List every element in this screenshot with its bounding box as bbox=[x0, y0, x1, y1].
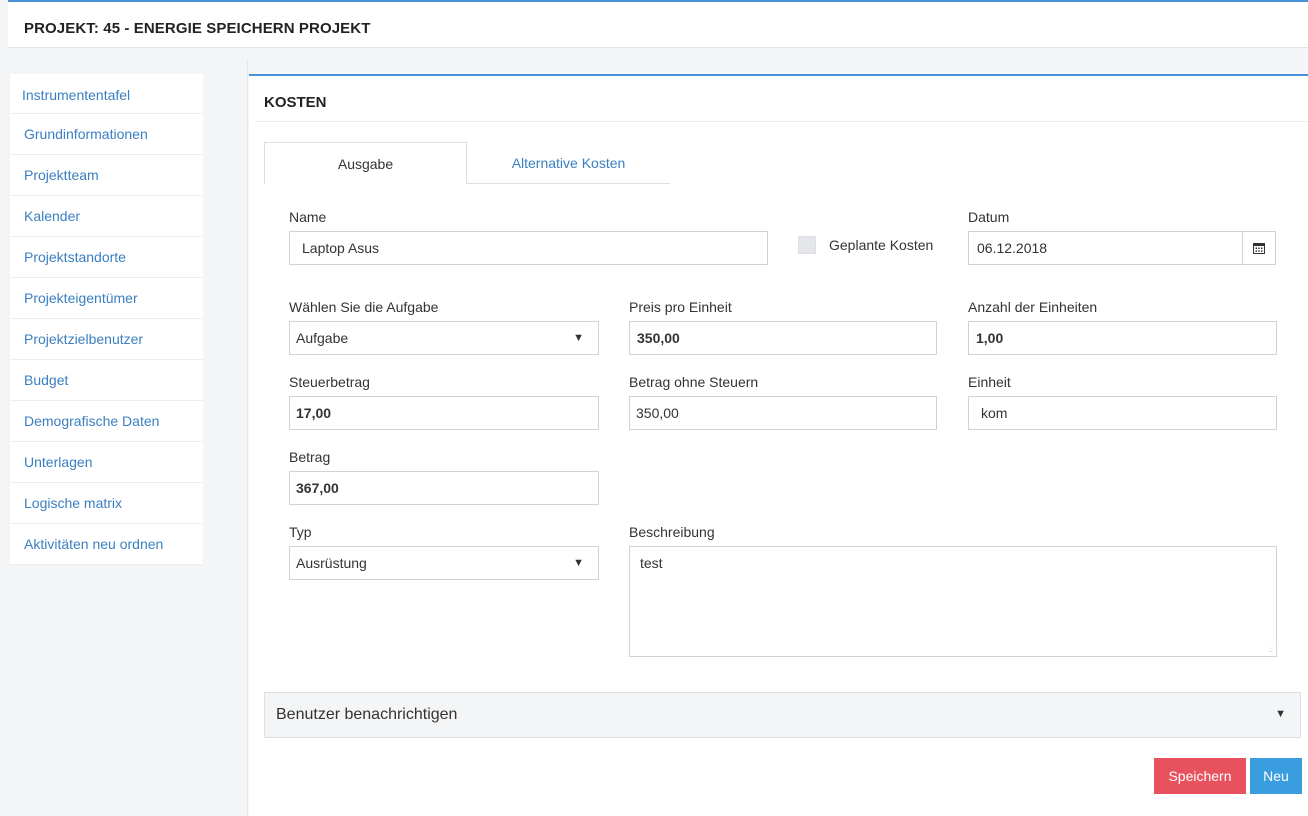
betrag-input[interactable]: 367,00 bbox=[289, 471, 599, 505]
calendar-button[interactable] bbox=[1242, 231, 1276, 265]
planned-costs-checkbox[interactable] bbox=[798, 236, 816, 254]
notify-users-accordion[interactable]: Benutzer benachrichtigen ▼ bbox=[264, 692, 1301, 738]
sidebar-item-grundinformationen[interactable]: Grundinformationen bbox=[10, 114, 203, 155]
name-label: Name bbox=[289, 209, 327, 225]
tab-ausgabe[interactable]: Ausgabe bbox=[264, 142, 467, 184]
page-header: PROJEKT: 45 - ENERGIE SPEICHERN PROJEKT bbox=[8, 0, 1308, 48]
beschreibung-textarea[interactable]: test .: bbox=[629, 546, 1277, 657]
preis-input[interactable]: 350,00 bbox=[629, 321, 937, 355]
planned-costs-label: Geplante Kosten bbox=[829, 237, 934, 253]
sidebar: Instrumententafel Grundinformationen Pro… bbox=[10, 74, 203, 565]
datum-input[interactable]: 06.12.2018 bbox=[968, 231, 1243, 265]
sidebar-item-projektzielbenutzer[interactable]: Projektzielbenutzer bbox=[10, 319, 203, 360]
new-button[interactable]: Neu bbox=[1250, 758, 1302, 794]
betrag-ohne-steuern-label: Betrag ohne Steuern bbox=[629, 374, 759, 390]
sidebar-item-instrumententafel[interactable]: Instrumententafel bbox=[10, 74, 203, 114]
einheit-label: Einheit bbox=[968, 374, 1011, 390]
typ-label: Typ bbox=[289, 524, 312, 540]
caret-down-icon: ▼ bbox=[573, 332, 584, 344]
caret-down-icon: ▼ bbox=[1275, 708, 1286, 720]
aufgabe-select-value: Aufgabe bbox=[296, 330, 349, 346]
page-title: PROJEKT: 45 - ENERGIE SPEICHERN PROJEKT bbox=[24, 20, 371, 37]
anzahl-label: Anzahl der Einheiten bbox=[968, 299, 1098, 315]
typ-select-value: Ausrüstung bbox=[296, 555, 367, 571]
sidebar-item-projektteam[interactable]: Projektteam bbox=[10, 155, 203, 196]
sidebar-item-logische-matrix[interactable]: Logische matrix bbox=[10, 483, 203, 524]
card-title: KOSTEN bbox=[264, 94, 327, 111]
beschreibung-value: test bbox=[640, 555, 663, 571]
caret-down-icon: ▼ bbox=[573, 557, 584, 569]
notify-users-label: Benutzer benachrichtigen bbox=[276, 706, 458, 723]
sidebar-item-aktivitaeten-neu-ordnen[interactable]: Aktivitäten neu ordnen bbox=[10, 524, 203, 565]
anzahl-input[interactable]: 1,00 bbox=[968, 321, 1277, 355]
tab-alternative-kosten[interactable]: Alternative Kosten bbox=[467, 142, 670, 184]
preis-label: Preis pro Einheit bbox=[629, 299, 732, 315]
aufgabe-select[interactable]: Aufgabe ▼ bbox=[289, 321, 599, 355]
steuerbetrag-input[interactable]: 17,00 bbox=[289, 396, 599, 430]
sidebar-item-kalender[interactable]: Kalender bbox=[10, 196, 203, 237]
card-divider bbox=[255, 121, 1308, 122]
calendar-icon bbox=[1253, 243, 1265, 254]
sidebar-item-budget[interactable]: Budget bbox=[10, 360, 203, 401]
betrag-label: Betrag bbox=[289, 449, 331, 465]
typ-select[interactable]: Ausrüstung ▼ bbox=[289, 546, 599, 580]
einheit-input[interactable]: kom bbox=[968, 396, 1277, 430]
aufgabe-label: Wählen Sie die Aufgabe bbox=[289, 299, 439, 315]
sidebar-item-demografische-daten[interactable]: Demografische Daten bbox=[10, 401, 203, 442]
resize-grip-icon[interactable]: .: bbox=[1269, 646, 1273, 654]
name-input[interactable]: Laptop Asus bbox=[289, 231, 768, 265]
steuerbetrag-label: Steuerbetrag bbox=[289, 374, 370, 390]
beschreibung-label: Beschreibung bbox=[629, 524, 715, 540]
betrag-ohne-steuern-input[interactable]: 350,00 bbox=[629, 396, 937, 430]
save-button[interactable]: Speichern bbox=[1154, 758, 1246, 794]
content-divider bbox=[247, 60, 248, 816]
sidebar-item-projekteigentuemer[interactable]: Projekteigentümer bbox=[10, 278, 203, 319]
costs-card: KOSTEN Ausgabe Alternative Kosten Name L… bbox=[249, 74, 1308, 816]
sidebar-item-projektstandorte[interactable]: Projektstandorte bbox=[10, 237, 203, 278]
sidebar-item-unterlagen[interactable]: Unterlagen bbox=[10, 442, 203, 483]
datum-label: Datum bbox=[968, 209, 1010, 225]
